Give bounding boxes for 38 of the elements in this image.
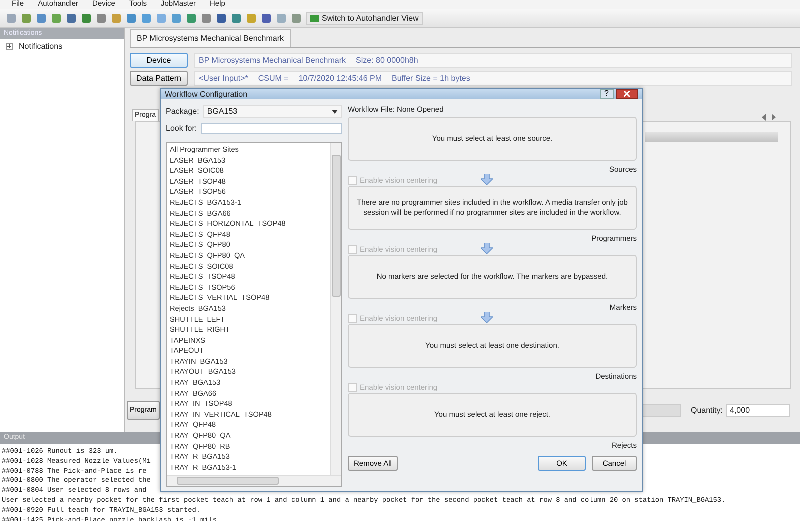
- toolbar-icon[interactable]: [291, 12, 302, 24]
- toolbar-icon[interactable]: [261, 12, 272, 24]
- toolbar-icon[interactable]: [201, 12, 212, 24]
- toolbar-icon[interactable]: [171, 12, 182, 24]
- dialog-title: Workflow Configuration: [165, 90, 249, 98]
- toolbar-icon[interactable]: [36, 12, 47, 24]
- monitor-icon: [310, 14, 319, 22]
- help-button[interactable]: ?: [600, 89, 614, 99]
- device-info-field: BP Microsystems Mechanical Benchmark Size: 80 0000h8h: [194, 53, 792, 68]
- data-pattern-field: <User Input>* CSUM = 10/7/2020 12:45:46 PM Buffer Size = 1h bytes: [194, 71, 792, 86]
- data-pattern-button[interactable]: Data Pattern: [130, 71, 188, 86]
- toolbar-icon[interactable]: [21, 12, 32, 24]
- package-label: Package:: [166, 107, 200, 116]
- scroll-arrows-icon[interactable]: [762, 114, 776, 121]
- scrollbar[interactable]: [167, 475, 341, 486]
- expand-icon[interactable]: [6, 43, 13, 50]
- document-tab[interactable]: BP Microsystems Mechanical Benchmark: [130, 29, 292, 47]
- toolbar-icon[interactable]: [141, 12, 152, 24]
- device-button[interactable]: Device: [130, 53, 188, 68]
- toolbar-icon[interactable]: [231, 12, 242, 24]
- toolbar-icon[interactable]: [96, 12, 107, 24]
- search-field[interactable]: [201, 123, 342, 134]
- quantity-field[interactable]: 4,000: [726, 404, 790, 417]
- toolbar-icon[interactable]: [51, 12, 62, 24]
- toolbar-icon[interactable]: [186, 12, 197, 24]
- scrollbar[interactable]: [330, 143, 341, 476]
- switch-view-button[interactable]: Switch to Autohandler View: [306, 12, 423, 24]
- tree-item[interactable]: Notifications: [19, 42, 63, 51]
- close-icon: [624, 91, 630, 97]
- toolbar-icon[interactable]: [66, 12, 77, 24]
- toolbar-icon[interactable]: [81, 12, 92, 24]
- toolbar-icon[interactable]: [216, 12, 227, 24]
- toolbar-icon[interactable]: [126, 12, 137, 24]
- dropdown-arrow-icon[interactable]: [332, 110, 338, 114]
- quantity-label: Quantity:: [690, 406, 723, 415]
- close-button[interactable]: [616, 89, 638, 99]
- package-dropdown[interactable]: BGA153: [203, 105, 342, 118]
- look-for-label: Look for:: [166, 124, 198, 133]
